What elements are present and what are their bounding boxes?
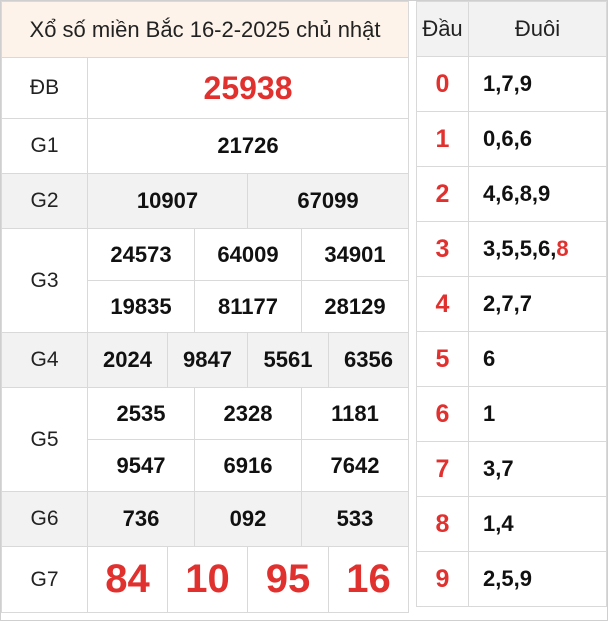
prize-row-g1: G1 21726 [1, 118, 410, 174]
loto-tails: 4,6,8,9 [468, 166, 607, 222]
prize-number: 2535 [87, 387, 195, 440]
special-prize-number: 25938 [86, 57, 410, 119]
page-title: Xổ số miền Bắc 16-2-2025 chủ nhật [0, 1, 410, 58]
prize-number: 19835 [87, 280, 195, 333]
prize-row-g6: G6 736 092 533 [1, 491, 410, 547]
prize-number: 2328 [194, 387, 302, 440]
prize-row-g3: G3 24573 64009 34901 [1, 228, 410, 333]
loto-row: 2 4,6,8,9 [416, 166, 607, 222]
prize-label: G2 [1, 173, 88, 229]
prize-number: 533 [300, 491, 410, 547]
prize-label: G4 [1, 332, 88, 388]
loto-tails: 6 [468, 331, 607, 387]
loto-head: 1 [416, 111, 469, 167]
prize-row-g4: G4 2024 9847 5561 6356 [1, 332, 410, 388]
prize-number: 6356 [327, 332, 410, 388]
loto-row: 4 2,7,7 [416, 276, 607, 332]
loto-tails: 0,6,6 [468, 111, 607, 167]
loto-row: 6 1 [416, 386, 607, 442]
prize-number: 5561 [247, 332, 329, 388]
loto-head: 9 [416, 551, 469, 607]
prize-number: 24573 [87, 228, 195, 281]
loto-tails: 3,5,5,6,8 [468, 221, 607, 277]
loto-row: 0 1,7,9 [416, 56, 607, 112]
prize-number: 21726 [86, 118, 410, 174]
prize-number: 736 [87, 491, 195, 547]
prize-number: 2024 [87, 332, 168, 388]
prize-number: 7642 [300, 439, 410, 492]
loto-tails: 2,5,9 [468, 551, 607, 607]
loto-row: 9 2,5,9 [416, 551, 607, 607]
prize-number: 84 [87, 546, 168, 613]
loto-tails: 3,7 [468, 441, 607, 497]
loto-tail-highlight: 8 [556, 236, 569, 261]
loto-row: 1 0,6,6 [416, 111, 607, 167]
loto-head: 3 [416, 221, 469, 277]
loto-tails: 1,4 [468, 496, 607, 552]
loto-head: 2 [416, 166, 469, 222]
loto-table: Đầu Đuôi 0 1,7,9 1 0,6,6 2 4,6,8,9 3 3,5… [416, 1, 607, 607]
prize-label: G6 [1, 491, 88, 547]
prize-number: 64009 [194, 228, 302, 281]
prize-number: 95 [247, 546, 329, 613]
prize-label: G1 [1, 118, 88, 174]
loto-head: 0 [416, 56, 469, 112]
prize-label: ĐB [1, 57, 88, 119]
loto-tails: 1,7,9 [468, 56, 607, 112]
prize-row-g2: G2 10907 67099 [1, 173, 410, 229]
loto-row: 7 3,7 [416, 441, 607, 497]
prize-number: 34901 [300, 228, 410, 281]
prize-number: 9847 [167, 332, 248, 388]
prize-label: G3 [1, 228, 88, 333]
loto-tails: 2,7,7 [468, 276, 607, 332]
prize-number: 81177 [194, 280, 302, 333]
loto-row: 5 6 [416, 331, 607, 387]
prize-number: 092 [194, 491, 302, 547]
loto-head: 7 [416, 441, 469, 497]
prize-number: 1181 [300, 387, 410, 440]
prize-number: 9547 [87, 439, 195, 492]
loto-row: 3 3,5,5,6,8 [416, 221, 607, 277]
prize-row-db: ĐB 25938 [1, 57, 410, 119]
prize-row-g5: G5 2535 2328 1181 [1, 387, 410, 492]
loto-tails: 1 [468, 386, 607, 442]
prize-number: 28129 [300, 280, 410, 333]
loto-tails-text: 3,5,5,6, [483, 236, 557, 261]
prize-number: 67099 [246, 173, 410, 229]
head-column-header: Đầu [416, 1, 469, 57]
results-table: Xổ số miền Bắc 16-2-2025 chủ nhật ĐB 259… [0, 1, 410, 613]
prize-label: G5 [1, 387, 88, 492]
prize-number: 10 [167, 546, 248, 613]
prize-number: 6916 [194, 439, 302, 492]
loto-row: 8 1,4 [416, 496, 607, 552]
prize-label: G7 [1, 546, 88, 613]
prize-number: 16 [327, 546, 410, 613]
prize-row-g7: G7 84 10 95 16 [1, 546, 410, 613]
prize-number: 10907 [87, 173, 248, 229]
loto-head: 5 [416, 331, 469, 387]
loto-head: 4 [416, 276, 469, 332]
tail-column-header: Đuôi [468, 1, 607, 57]
loto-head: 8 [416, 496, 469, 552]
loto-head: 6 [416, 386, 469, 442]
